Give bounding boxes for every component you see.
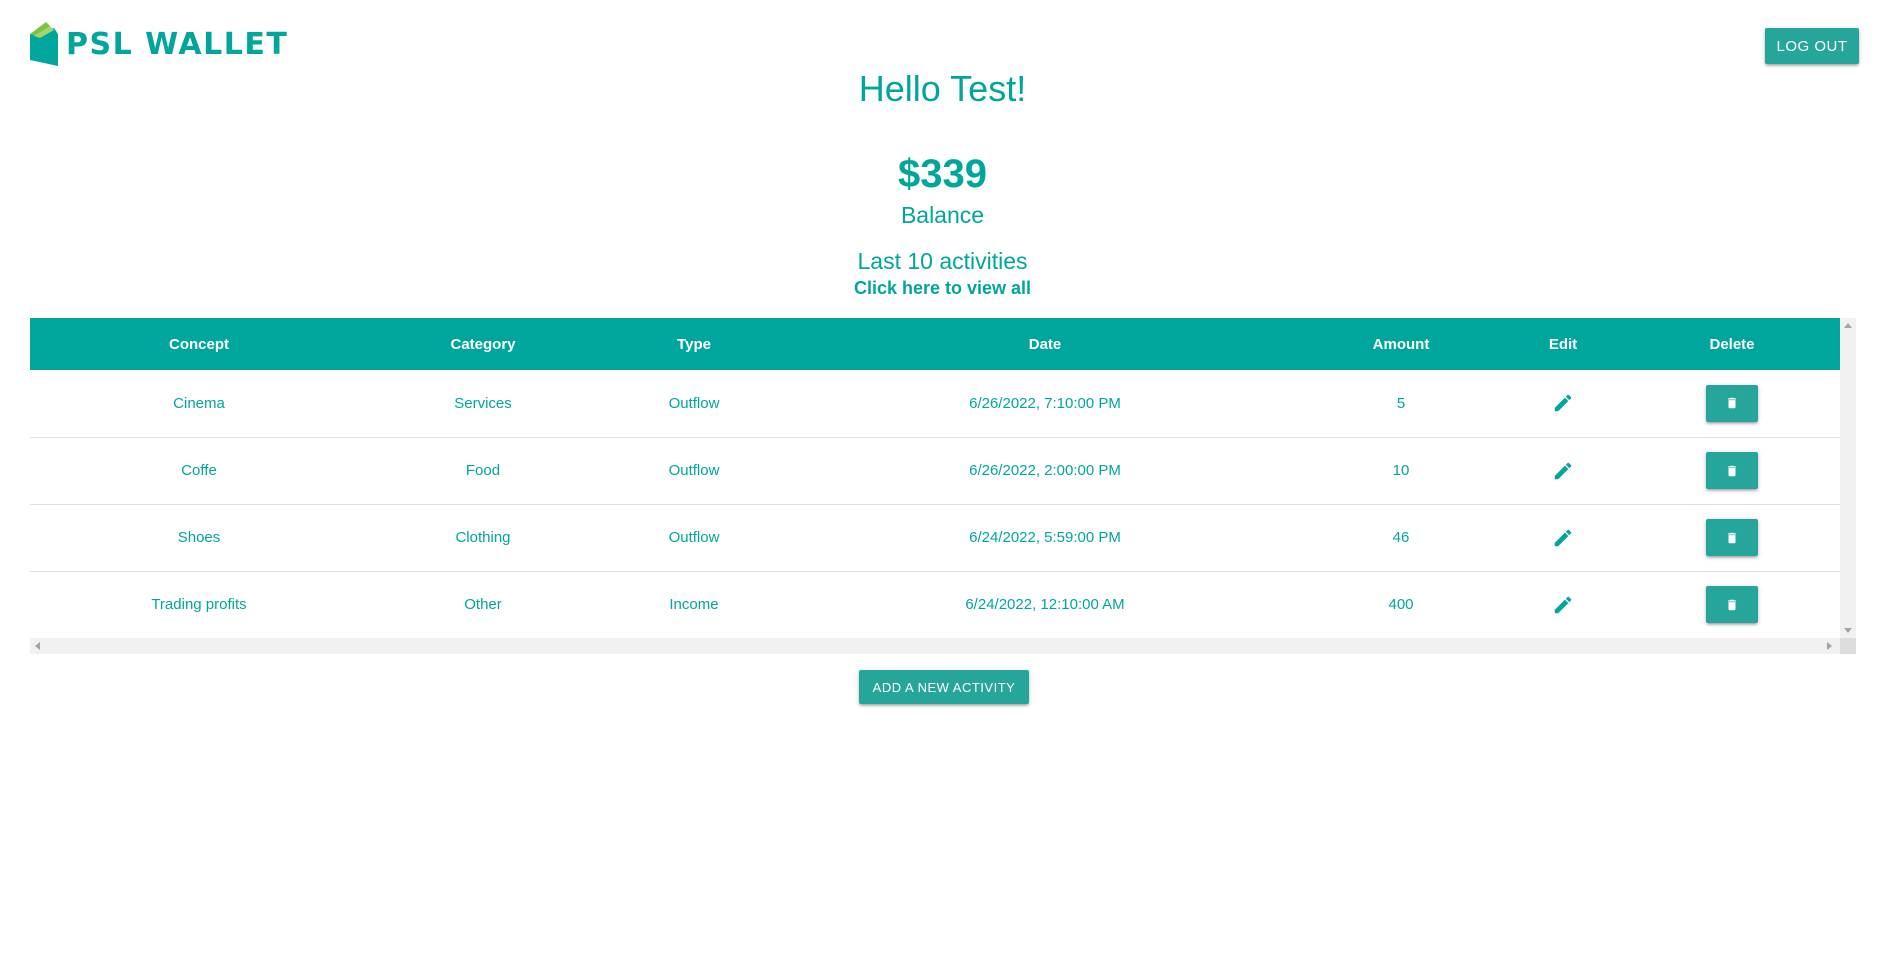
amount-cell: 10 <box>1392 462 1410 479</box>
scroll-down-arrow-icon[interactable] <box>1844 628 1852 633</box>
edit-cell <box>1502 370 1624 437</box>
table-header-row: Concept Category Type Date Amount Edit D… <box>30 318 1840 370</box>
table-row: Trading profits Other Income 6/24/2022, … <box>30 571 1840 638</box>
amount-cell: 46 <box>1392 529 1410 546</box>
scroll-right-arrow-icon[interactable] <box>1827 642 1832 650</box>
view-all-wrapper: Click here to view all <box>0 278 1885 299</box>
concept-cell: Cinema <box>173 394 225 412</box>
column-header: Concept <box>169 335 229 353</box>
edit-cell <box>1502 437 1624 504</box>
pencil-icon[interactable] <box>1552 460 1574 482</box>
column-header: Type <box>677 335 711 353</box>
balance-label: Balance <box>900 202 985 228</box>
column-header: Delete <box>1709 335 1755 353</box>
column-header: Edit <box>1548 335 1578 353</box>
trash-icon <box>1727 532 1737 543</box>
scrollbar-corner <box>1840 638 1856 654</box>
date-cell: 6/26/2022, 7:10:00 PM <box>969 394 1121 412</box>
table-row: Coffe Food Outflow 6/26/2022, 2:00:00 PM… <box>30 437 1840 504</box>
delete-button[interactable] <box>1706 519 1758 556</box>
delete-cell <box>1624 437 1840 504</box>
table-row: Shoes Clothing Outflow 6/24/2022, 5:59:0… <box>30 504 1840 571</box>
activities-table: Concept Category Type Date Amount Edit D… <box>30 318 1840 639</box>
activities-table-container[interactable]: Concept Category Type Date Amount Edit D… <box>30 318 1856 655</box>
concept-cell: Trading profits <box>151 596 247 613</box>
date-cell: 6/24/2022, 5:59:00 PM <box>969 529 1121 546</box>
delete-cell <box>1624 370 1840 437</box>
date-cell: 6/24/2022, 12:10:00 AM <box>965 596 1125 613</box>
delete-button[interactable] <box>1706 586 1758 623</box>
logo-text: PSL WALLET <box>66 26 289 62</box>
scroll-up-arrow-icon[interactable] <box>1844 323 1852 328</box>
column-header: Amount <box>1372 335 1430 353</box>
type-cell: Outflow <box>668 529 720 546</box>
category-cell: Services <box>454 394 512 412</box>
balance-amount: $339 <box>898 152 987 196</box>
column-header: Category <box>450 335 516 353</box>
greeting-title: Hello Test! <box>858 68 1027 109</box>
concept-cell: Coffe <box>181 462 217 479</box>
amount-cell: 5 <box>1396 394 1406 412</box>
pencil-icon[interactable] <box>1552 392 1574 414</box>
activities-title: Last 10 activities <box>857 248 1028 274</box>
column-header: Date <box>1028 335 1062 353</box>
amount-cell: 400 <box>1388 596 1414 613</box>
vertical-scrollbar[interactable] <box>1840 318 1856 638</box>
trash-icon <box>1727 465 1737 476</box>
pencil-icon[interactable] <box>1552 527 1574 549</box>
horizontal-scrollbar[interactable] <box>30 638 1856 654</box>
trash-icon <box>1727 398 1737 409</box>
concept-cell: Shoes <box>177 529 221 546</box>
date-cell: 6/26/2022, 2:00:00 PM <box>969 462 1121 479</box>
scroll-left-arrow-icon[interactable] <box>35 642 40 650</box>
logout-button[interactable]: LOG OUT <box>1765 28 1859 64</box>
delete-cell <box>1624 504 1840 571</box>
category-cell: Food <box>465 462 501 479</box>
wallet-logo-icon <box>30 22 58 66</box>
edit-cell <box>1502 504 1624 571</box>
view-all-link[interactable]: Click here to view all <box>854 278 1031 298</box>
type-cell: Income <box>669 596 719 613</box>
delete-cell <box>1624 571 1840 638</box>
table-row: Cinema Services Outflow 6/26/2022, 7:10:… <box>30 370 1840 437</box>
app-logo: PSL WALLET <box>30 22 288 66</box>
type-cell: Outflow <box>668 462 720 479</box>
category-cell: Clothing <box>455 529 511 546</box>
category-cell: Other <box>464 596 502 613</box>
trash-icon <box>1727 599 1737 610</box>
delete-button[interactable] <box>1706 452 1758 489</box>
edit-cell <box>1502 571 1624 638</box>
type-cell: Outflow <box>668 394 720 412</box>
add-activity-button[interactable]: ADD A NEW ACTIVITY <box>859 670 1029 704</box>
pencil-icon[interactable] <box>1552 594 1574 616</box>
delete-button[interactable] <box>1706 384 1758 422</box>
